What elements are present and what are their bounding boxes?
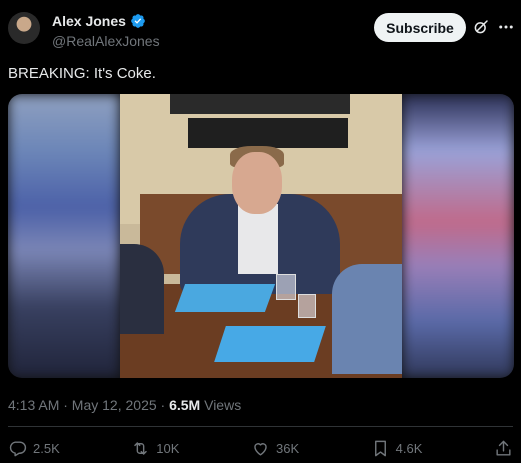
post-timestamp[interactable]: 4:13 AM · May 12, 2025 ·	[8, 397, 169, 413]
video-blur-right	[402, 94, 514, 378]
share-button[interactable]	[494, 439, 513, 458]
video-blur-left	[8, 94, 120, 378]
post-video[interactable]	[8, 94, 514, 378]
verified-badge-icon	[131, 14, 145, 28]
repost-icon	[134, 441, 148, 455]
post-text: BREAKING: It's Coke.	[8, 65, 156, 82]
bookmark-count: 4.6K	[395, 440, 423, 456]
video-frame	[120, 94, 402, 378]
reply-button[interactable]: 2.5K	[8, 439, 60, 458]
avatar[interactable]	[8, 12, 40, 44]
author-block: Alex Jones @RealAlexJones	[52, 12, 160, 51]
author-handle[interactable]: @RealAlexJones	[52, 31, 160, 51]
repost-count: 10K	[156, 440, 180, 456]
views-label: Views	[200, 397, 242, 413]
action-bar: 2.5K 10K 36K 4.6K	[8, 437, 513, 459]
like-button[interactable]: 36K	[251, 439, 299, 458]
like-icon	[254, 442, 267, 456]
more-icon[interactable]	[497, 18, 515, 36]
repost-button[interactable]: 10K	[131, 439, 179, 458]
grok-icon[interactable]	[472, 18, 490, 36]
author-name[interactable]: Alex Jones	[52, 12, 126, 30]
bookmark-button[interactable]: 4.6K	[371, 439, 423, 458]
post-meta: 4:13 AM · May 12, 2025 · 6.5M Views	[8, 396, 241, 414]
author-name-row[interactable]: Alex Jones	[52, 12, 160, 30]
views-count: 6.5M	[169, 397, 201, 413]
like-count: 36K	[275, 440, 300, 456]
share-icon	[496, 440, 511, 456]
reply-icon	[9, 440, 27, 456]
bookmark-icon	[374, 440, 386, 456]
reply-count: 2.5K	[33, 440, 60, 456]
subscribe-button[interactable]: Subscribe	[374, 13, 466, 42]
divider	[8, 426, 513, 427]
